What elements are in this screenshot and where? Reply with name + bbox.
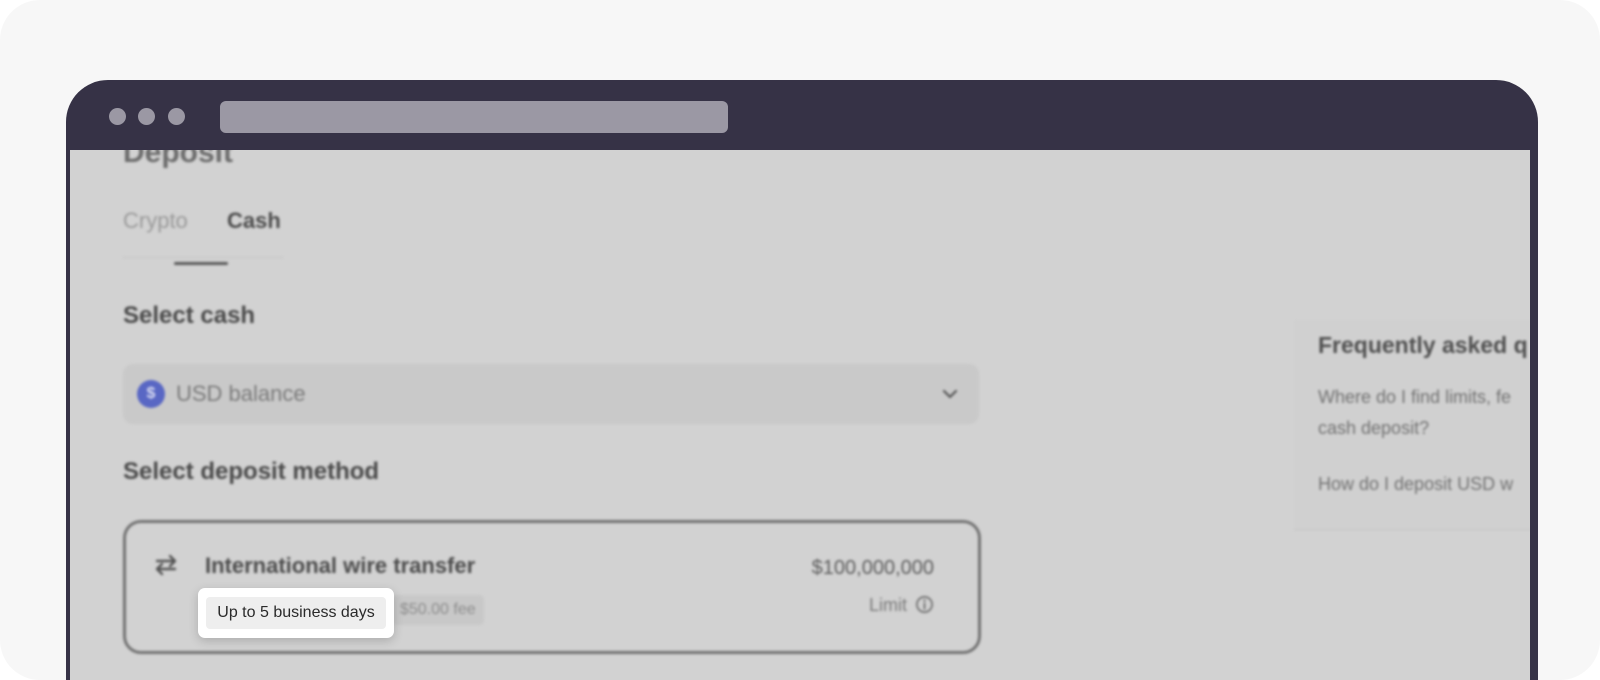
faq-question-1-line1: Where do I find limits, fe <box>1318 387 1512 407</box>
tab-crypto[interactable]: Crypto <box>123 208 188 234</box>
window-maximize-dot[interactable] <box>168 108 185 125</box>
cash-select-dropdown[interactable]: $ USD balance <box>123 364 979 424</box>
method-limit-amount: $100,000,000 <box>811 557 934 579</box>
title-bar <box>66 80 1538 150</box>
processing-time-tooltip: Up to 5 business days <box>198 588 394 638</box>
limit-label-group: Limit <box>869 595 934 616</box>
active-tab-indicator <box>174 262 228 265</box>
faq-question-2[interactable]: How do I deposit USD w <box>1318 469 1530 500</box>
fee-badge: $50.00 fee <box>392 595 484 625</box>
window-close-dot[interactable] <box>109 108 126 125</box>
window-minimize-dot[interactable] <box>138 108 155 125</box>
chevron-down-icon <box>942 389 958 399</box>
select-deposit-method-label: Select deposit method <box>123 458 380 485</box>
tab-bar: Crypto Cash <box>123 208 283 258</box>
faq-question-2-line1: How do I deposit USD w <box>1318 474 1514 494</box>
method-title: International wire transfer <box>205 553 476 578</box>
page-title: Deposit <box>123 150 234 169</box>
info-icon[interactable] <box>915 595 934 614</box>
page-background: Deposit Crypto Cash Select cash $ USD ba… <box>0 0 1600 680</box>
faq-title: Frequently asked q <box>1318 332 1528 358</box>
faq-question-1-line2: cash deposit? <box>1318 418 1430 438</box>
processing-time-badge: Up to 5 business days <box>206 597 386 629</box>
tab-cash[interactable]: Cash <box>227 208 281 234</box>
address-bar[interactable] <box>220 101 728 133</box>
cash-select-value: USD balance <box>176 381 306 406</box>
limit-label: Limit <box>868 595 907 615</box>
faq-question-1[interactable]: Where do I find limits, fe cash deposit? <box>1318 382 1530 444</box>
swap-arrows-icon <box>155 554 177 576</box>
faq-panel: Frequently asked q Where do I find limit… <box>1294 320 1530 530</box>
usd-coin-icon: $ <box>137 380 165 408</box>
select-cash-label: Select cash <box>123 302 256 329</box>
